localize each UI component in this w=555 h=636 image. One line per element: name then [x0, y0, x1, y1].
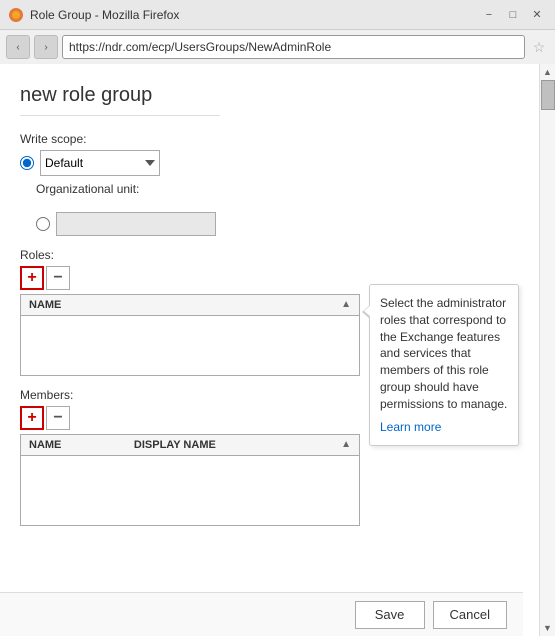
tooltip-text: Select the administrator roles that corr… — [380, 296, 507, 411]
org-unit-radio[interactable] — [36, 217, 50, 231]
window-title: Role Group - Mozilla Firefox — [30, 8, 479, 22]
title-bar: Role Group - Mozilla Firefox − □ ✕ — [0, 0, 555, 30]
roles-empty-row — [21, 316, 360, 376]
page-title: new role group — [20, 84, 519, 107]
minimize-button[interactable]: − — [479, 5, 499, 25]
roles-label: Roles: — [20, 248, 519, 262]
close-button[interactable]: ✕ — [527, 5, 547, 25]
org-unit-row: Organizational unit: — [36, 182, 519, 200]
window-controls: − □ ✕ — [479, 5, 547, 25]
cancel-button[interactable]: Cancel — [433, 601, 507, 629]
forward-button[interactable]: › — [34, 35, 58, 59]
scroll-up-arrow[interactable]: ▲ — [540, 64, 555, 80]
roles-name-header[interactable]: NAME ▲ — [21, 295, 360, 316]
roles-add-button[interactable]: + — [20, 266, 44, 290]
org-unit-input[interactable] — [56, 212, 216, 236]
tooltip-arrow-inner — [364, 305, 371, 317]
browser-icon — [8, 7, 24, 23]
members-displayname-header[interactable]: DISPLAY NAME ▲ — [126, 435, 360, 456]
members-remove-button[interactable]: − — [46, 406, 70, 430]
scroll-down-arrow[interactable]: ▼ — [540, 620, 555, 636]
content-panel: new role group Write scope: Default Cust… — [0, 64, 539, 636]
url-bar[interactable]: https://ndr .com/ecp/UsersGroups/NewAdmi… — [62, 35, 525, 59]
roles-table: NAME ▲ — [20, 294, 360, 376]
members-add-button[interactable]: + — [20, 406, 44, 430]
roles-remove-button[interactable]: − — [46, 266, 70, 290]
write-scope-label: Write scope: — [20, 132, 519, 146]
write-scope-section: Write scope: Default Custom Organization… — [20, 132, 519, 236]
members-sort-icon: ▲ — [341, 439, 351, 450]
tooltip-learn-more-link[interactable]: Learn more — [380, 419, 508, 436]
url-text-left: https://ndr — [69, 40, 122, 54]
members-name-header[interactable]: NAME — [21, 435, 126, 456]
bottom-bar: Save Cancel — [0, 592, 523, 636]
members-empty-row-name — [21, 456, 126, 526]
maximize-button[interactable]: □ — [503, 5, 523, 25]
roles-sort-icon: ▲ — [341, 299, 351, 310]
back-button[interactable]: ‹ — [6, 35, 30, 59]
url-text-right: .com/ecp/UsersGroups/NewAdminRole — [122, 40, 331, 54]
main-area: new role group Write scope: Default Cust… — [0, 64, 555, 636]
save-button[interactable]: Save — [355, 601, 425, 629]
write-scope-radio[interactable] — [20, 156, 34, 170]
write-scope-row: Default Custom — [20, 150, 519, 176]
write-scope-dropdown[interactable]: Default Custom — [40, 150, 160, 176]
scroll-thumb[interactable] — [541, 80, 555, 110]
scroll-track[interactable] — [540, 80, 555, 620]
title-divider — [20, 115, 220, 116]
tooltip-box: Select the administrator roles that corr… — [369, 284, 519, 446]
org-unit-label: Organizational unit: — [36, 182, 139, 196]
members-table: NAME DISPLAY NAME ▲ — [20, 434, 360, 526]
members-empty-row-display — [126, 456, 360, 526]
bookmark-icon[interactable]: ☆ — [529, 37, 549, 57]
org-unit-input-row — [36, 212, 519, 236]
address-bar: ‹ › https://ndr .com/ecp/UsersGroups/New… — [0, 30, 555, 64]
scrollbar: ▲ ▼ — [539, 64, 555, 636]
